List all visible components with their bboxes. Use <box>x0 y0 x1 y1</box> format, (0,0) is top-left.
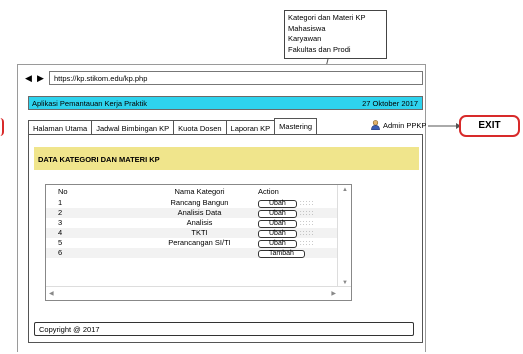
table-row: 4 TKTI Ubah::::: <box>46 228 339 238</box>
mastering-dropdown-menu: Kategori dan Materi KP Mahasiswa Karyawa… <box>284 10 387 59</box>
row-action: Ubah::::: <box>258 238 314 248</box>
table-row: 2 Analisis Data Ubah::::: <box>46 208 339 218</box>
header-nama-kategori: Nama Kategori <box>174 187 225 196</box>
row-no: 2 <box>58 208 63 217</box>
row-name: Analisis <box>186 218 213 227</box>
browser-window: ◀ ▶ https://kp.stikom.edu/kp.php Aplikas… <box>17 64 426 352</box>
person-icon <box>371 120 380 130</box>
vertical-scrollbar[interactable]: ▲ ▼ <box>337 185 351 288</box>
app-header-bar: Aplikasi Pemantauan Kerja Praktik 27 Okt… <box>28 96 423 110</box>
back-arrow-icon[interactable]: ◀ <box>25 73 32 84</box>
horizontal-scrollbar[interactable]: ◀ ▶ <box>46 286 351 300</box>
tab-jadwal-bimbingan[interactable]: Jadwal Bimbingan KP <box>91 120 175 135</box>
user-badge[interactable]: Admin PPKP <box>371 120 426 130</box>
row-action: Tambah <box>258 248 305 258</box>
ubah-button[interactable]: Ubah <box>258 210 297 218</box>
row-dots: ::::: <box>299 230 315 237</box>
row-no: 4 <box>58 228 63 237</box>
row-dots: ::::: <box>299 200 315 207</box>
exit-button[interactable]: EXIT <box>459 115 520 137</box>
footer-copyright: Copyright @ 2017 <box>34 322 414 336</box>
main-tabs: Halaman Utama Jadwal Bimbingan KP Kuota … <box>28 118 318 135</box>
tab-halaman-utama[interactable]: Halaman Utama <box>28 120 93 135</box>
dropdown-item-kategori[interactable]: Kategori dan Materi KP <box>288 13 383 24</box>
tab-kuota-dosen[interactable]: Kuota Dosen <box>173 120 227 135</box>
row-no: 5 <box>58 238 63 247</box>
row-name: Perancangan SI/TI <box>168 238 231 247</box>
tambah-button[interactable]: Tambah <box>258 250 305 258</box>
row-name: Rancang Bangun <box>170 198 229 207</box>
section-title: DATA KATEGORI DAN MATERI KP <box>34 147 419 170</box>
row-action: Ubah::::: <box>258 218 314 228</box>
row-dots: ::::: <box>299 240 315 247</box>
table-row: 3 Analisis Ubah::::: <box>46 218 339 228</box>
table-row: 6 Tambah <box>46 248 339 258</box>
row-dots: ::::: <box>299 220 315 227</box>
row-name: Analisis Data <box>177 208 222 217</box>
scroll-right-icon[interactable]: ▶ <box>331 290 336 297</box>
ubah-button[interactable]: Ubah <box>258 220 297 228</box>
ubah-button[interactable]: Ubah <box>258 200 297 208</box>
scroll-left-icon[interactable]: ◀ <box>49 290 54 297</box>
dropdown-item-mahasiswa[interactable]: Mahasiswa <box>288 24 383 35</box>
tab-mastering[interactable]: Mastering <box>274 118 318 135</box>
row-no: 6 <box>58 248 63 257</box>
row-no: 3 <box>58 218 63 227</box>
row-action: Ubah::::: <box>258 198 314 208</box>
row-dots: ::::: <box>299 210 315 217</box>
scroll-up-icon[interactable]: ▲ <box>342 187 348 193</box>
tab-laporan-kp[interactable]: Laporan KP <box>225 120 276 135</box>
user-name: Admin PPKP <box>383 121 427 130</box>
content-panel: DATA KATEGORI DAN MATERI KP No Nama Kate… <box>28 134 423 343</box>
row-name: TKTI <box>191 228 208 237</box>
ubah-button[interactable]: Ubah <box>258 240 297 248</box>
table-row: 1 Rancang Bangun Ubah::::: <box>46 198 339 208</box>
header-no: No <box>58 187 68 196</box>
row-action: Ubah::::: <box>258 228 314 238</box>
ubah-button[interactable]: Ubah <box>258 230 297 238</box>
row-no: 1 <box>58 198 63 207</box>
dropdown-item-fakultas[interactable]: Fakultas dan Prodi <box>288 45 383 56</box>
current-date: 27 Oktober 2017 <box>362 99 418 108</box>
forward-arrow-icon[interactable]: ▶ <box>37 73 44 84</box>
dropdown-item-karyawan[interactable]: Karyawan <box>288 34 383 45</box>
app-title: Aplikasi Pemantauan Kerja Praktik <box>32 99 148 108</box>
table-header: No Nama Kategori Action <box>46 187 339 197</box>
row-action: Ubah::::: <box>258 208 314 218</box>
kategori-list: No Nama Kategori Action 1 Rancang Bangun… <box>45 184 352 301</box>
header-action: Action <box>258 187 279 196</box>
table-row: 5 Perancangan SI/TI Ubah::::: <box>46 238 339 248</box>
address-bar[interactable]: https://kp.stikom.edu/kp.php <box>49 71 423 85</box>
